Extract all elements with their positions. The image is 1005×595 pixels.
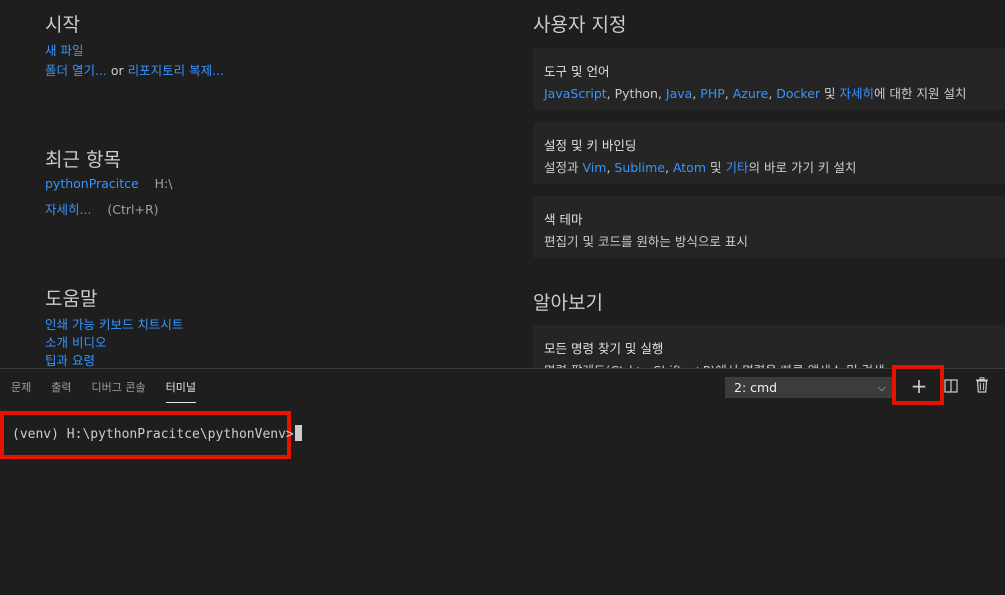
tools-more-link[interactable]: 자세히 xyxy=(840,86,875,101)
tab-output[interactable]: 출력 xyxy=(51,379,71,403)
customize-heading: 사용자 지정 xyxy=(533,10,626,37)
atom-link[interactable]: Atom xyxy=(673,160,706,175)
tab-terminal[interactable]: 터미널 xyxy=(166,379,196,403)
keymaps-card-title: 설정 및 키 바인딩 xyxy=(544,135,636,154)
recent-more-shortcut: (Ctrl+R) xyxy=(107,202,158,217)
keymaps-card-desc: 설정과 Vim, Sublime, Atom 및 기타의 바로 가기 키 설치 xyxy=(544,157,856,176)
help-link-intro-video[interactable]: 소개 비디오 xyxy=(45,335,106,350)
new-terminal-button[interactable]: + xyxy=(908,373,930,399)
help-link-tips[interactable]: 팁과 요령 xyxy=(45,353,95,368)
terminal-select[interactable]: 2: cmd ⌵ xyxy=(725,377,893,398)
bottom-panel: 문제 출력 디버그 콘솔 터미널 2: cmd ⌵ + (venv) H:\py… xyxy=(0,368,1005,595)
start-heading: 시작 xyxy=(45,10,80,37)
terminal-select-value: 2: cmd xyxy=(734,380,777,395)
recent-heading: 최근 항목 xyxy=(45,145,121,172)
commands-card-desc: 명령 팔레트(Ctrl+<Shift>+P)에서 명령을 빠른 액세스 및 검색 xyxy=(544,360,885,368)
plus-icon: + xyxy=(911,374,928,398)
recent-item-path: H:\ xyxy=(155,176,173,191)
php-link[interactable]: PHP xyxy=(700,86,724,101)
recent-item-name[interactable]: pythonPracitce xyxy=(45,176,139,191)
keymaps-prefix-text: 설정과 xyxy=(544,160,579,175)
terminal-output[interactable]: (venv) H:\pythonPracitce\pythonVenv> xyxy=(12,425,302,442)
vim-link[interactable]: Vim xyxy=(583,160,607,175)
keymaps-suffix-text: 의 바로 가기 키 설치 xyxy=(749,160,857,175)
theme-card-desc: 편집기 및 코드를 원하는 방식으로 표시 xyxy=(544,231,748,250)
trash-icon xyxy=(975,377,989,393)
python-text: Python, xyxy=(615,86,662,101)
split-terminal-button[interactable] xyxy=(944,378,958,392)
command-palette-card[interactable]: 모든 명령 찾기 및 실행 명령 팔레트(Ctrl+<Shift>+P)에서 명… xyxy=(533,325,1005,368)
tab-debug-console[interactable]: 디버그 콘솔 xyxy=(92,379,146,403)
panel-tabs: 문제 출력 디버그 콘솔 터미널 xyxy=(11,379,216,403)
learn-heading: 알아보기 xyxy=(533,288,603,315)
recent-more-link[interactable]: 자세히... xyxy=(45,202,91,217)
docker-link[interactable]: Docker xyxy=(776,86,820,101)
sublime-link[interactable]: Sublime xyxy=(614,160,665,175)
keymaps-and-text: 및 xyxy=(710,160,722,175)
java-link[interactable]: Java xyxy=(666,86,692,101)
azure-link[interactable]: Azure xyxy=(733,86,769,101)
tools-card-title: 도구 및 언어 xyxy=(544,61,609,80)
clone-repo-link[interactable]: 리포지토리 복제... xyxy=(128,63,224,78)
javascript-link[interactable]: JavaScript xyxy=(544,86,607,101)
help-heading: 도움말 xyxy=(45,284,97,311)
terminal-cursor xyxy=(295,425,302,441)
tools-suffix-text: 에 대한 지원 설치 xyxy=(874,86,966,101)
new-file-link[interactable]: 새 파일 xyxy=(45,43,83,58)
open-folder-link[interactable]: 폴더 열기... xyxy=(45,63,107,78)
split-icon xyxy=(944,379,958,393)
color-theme-card[interactable]: 색 테마 편집기 및 코드를 원하는 방식으로 표시 xyxy=(533,196,1005,258)
theme-card-title: 색 테마 xyxy=(544,209,582,228)
tools-and-text: 및 xyxy=(824,86,836,101)
recent-item: pythonPracitce H:\ xyxy=(45,176,172,191)
kill-terminal-button[interactable] xyxy=(975,377,989,393)
tools-card-desc: JavaScript, Python, Java, PHP, Azure, Do… xyxy=(544,83,966,102)
tools-languages-card[interactable]: 도구 및 언어 JavaScript, Python, Java, PHP, A… xyxy=(533,48,1005,110)
terminal-prompt: (venv) H:\pythonPracitce\pythonVenv> xyxy=(12,427,294,442)
tab-problems[interactable]: 문제 xyxy=(11,379,31,403)
help-link-cheatsheet[interactable]: 인쇄 가능 키보드 치트시트 xyxy=(45,317,183,332)
commands-card-title: 모든 명령 찾기 및 실행 xyxy=(544,338,663,357)
keymaps-card[interactable]: 설정 및 키 바인딩 설정과 Vim, Sublime, Atom 및 기타의 … xyxy=(533,122,1005,184)
chevron-down-icon: ⌵ xyxy=(878,378,886,397)
welcome-page: 시작 새 파일 폴더 열기... or 리포지토리 복제... 최근 항목 py… xyxy=(0,0,1005,368)
other-keymaps-link[interactable]: 기타 xyxy=(726,160,749,175)
or-text: or xyxy=(111,63,124,78)
